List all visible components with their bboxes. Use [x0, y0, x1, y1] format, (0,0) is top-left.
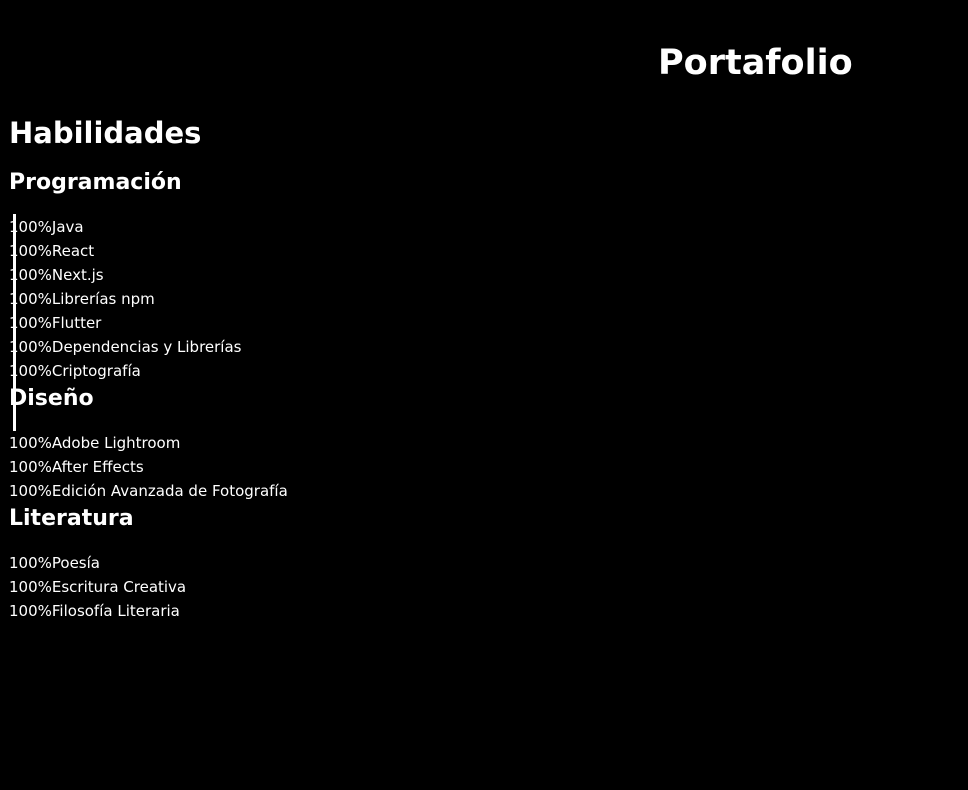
skill-label: Java: [51, 218, 84, 236]
vertical-bar: [13, 214, 16, 431]
skills-heading: Habilidades: [9, 116, 202, 150]
skill-item: 100%Librerías npm: [9, 287, 241, 311]
page: Portafolio Habilidades Programación 100%…: [0, 0, 968, 790]
site-title: Portafolio: [658, 43, 853, 83]
skill-label: Filosofía Literaria: [51, 602, 180, 620]
skill-item: 100%Adobe Lightroom: [9, 431, 288, 455]
skill-item: 100%Escritura Creativa: [9, 575, 186, 599]
skill-item: 100%Java: [9, 215, 241, 239]
skill-percent: 100%: [9, 578, 52, 596]
skill-percent: 100%: [9, 482, 52, 500]
skill-item: 100%React: [9, 239, 241, 263]
skill-label: Poesía: [51, 554, 100, 572]
skill-label: Adobe Lightroom: [51, 434, 181, 452]
skill-label: Criptografía: [51, 362, 141, 380]
skill-list-programacion: 100%Java 100%React 100%Next.js 100%Libre…: [9, 215, 241, 383]
skill-percent: 100%: [9, 458, 52, 476]
skill-label: Librerías npm: [51, 290, 155, 308]
skill-item: 100%Edición Avanzada de Fotografía: [9, 479, 288, 503]
skill-label: Dependencias y Librerías: [51, 338, 242, 356]
category-title-diseno: Diseño: [9, 386, 94, 411]
category-title-literatura: Literatura: [9, 506, 134, 531]
skill-label: After Effects: [51, 458, 144, 476]
skill-label: React: [51, 242, 95, 260]
skill-item: 100%Flutter: [9, 311, 241, 335]
skill-list-literatura: 100%Poesía 100%Escritura Creativa 100%Fi…: [9, 551, 186, 623]
skill-label: Edición Avanzada de Fotografía: [51, 482, 288, 500]
skill-item: 100%Filosofía Literaria: [9, 599, 186, 623]
skill-percent: 100%: [9, 602, 52, 620]
skill-percent: 100%: [9, 554, 52, 572]
skill-label: Next.js: [51, 266, 104, 284]
skill-item: 100%Dependencias y Librerías: [9, 335, 241, 359]
skill-item: 100%Next.js: [9, 263, 241, 287]
skill-item: 100%Poesía: [9, 551, 186, 575]
skill-item: 100%Criptografía: [9, 359, 241, 383]
skill-list-diseno: 100%Adobe Lightroom 100%After Effects 10…: [9, 431, 288, 503]
category-title-programacion: Programación: [9, 170, 182, 195]
skill-label: Flutter: [51, 314, 102, 332]
skill-label: Escritura Creativa: [51, 578, 187, 596]
skill-percent: 100%: [9, 434, 52, 452]
skill-item: 100%After Effects: [9, 455, 288, 479]
